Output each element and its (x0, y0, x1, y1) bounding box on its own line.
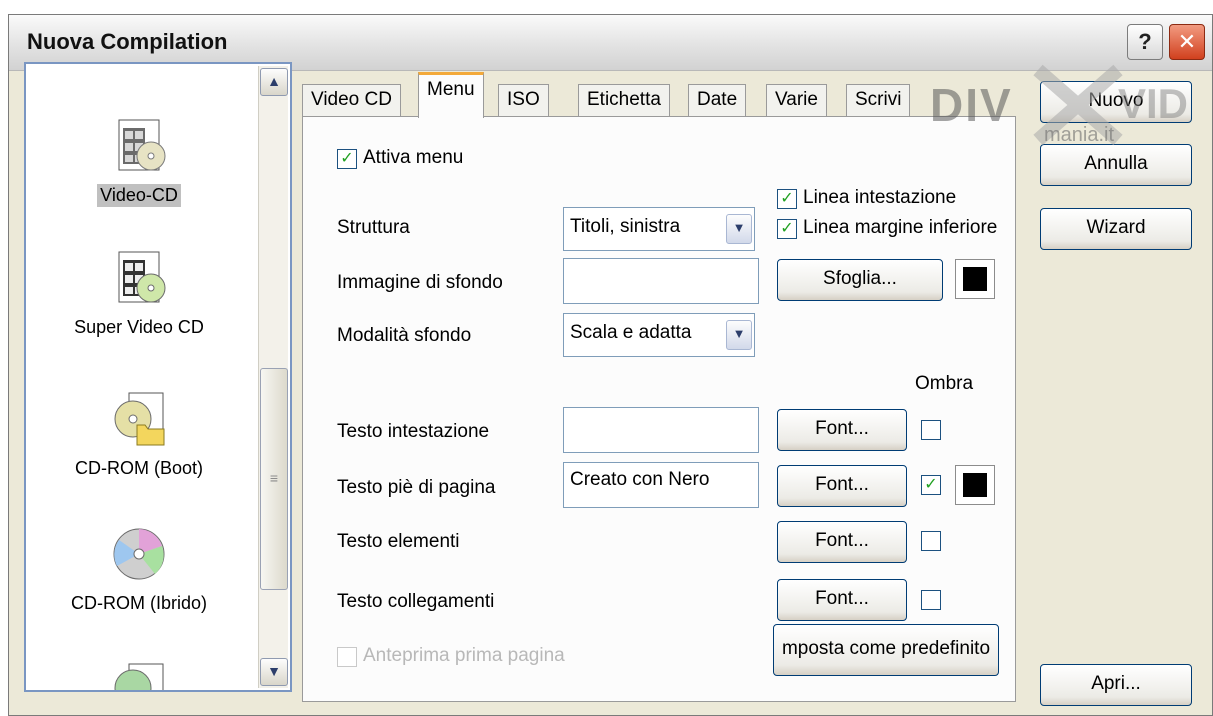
preview-first-page-label: Anteprima prima pagina (363, 645, 565, 666)
color-fill (963, 267, 987, 291)
list-item-label: CD-ROM (Ibrido) (70, 593, 207, 613)
browse-button[interactable]: Sfoglia... (777, 259, 943, 301)
list-item-label: Super Video CD (74, 317, 204, 337)
enable-menu-checkbox[interactable]: ✓ (337, 149, 357, 169)
structure-value: Titoli, sinistra (570, 216, 681, 237)
list-scrollbar[interactable]: ▲ ≡ ▼ (258, 66, 288, 688)
header-text-field[interactable] (563, 407, 759, 453)
chevron-down-icon[interactable]: ▼ (726, 320, 752, 350)
footer-text-label: Testo piè di pagina (337, 477, 496, 498)
list-item-cd-rom-hybrid[interactable]: CD-ROM (Ibrido) (26, 524, 252, 615)
list-item-super-video-cd[interactable]: Super Video CD (26, 248, 252, 339)
chevron-down-icon[interactable]: ▼ (726, 214, 752, 244)
link-text-label: Testo collegamenti (337, 591, 495, 612)
list-item[interactable] (26, 660, 252, 690)
item-shadow-checkbox[interactable] (921, 531, 941, 551)
footer-font-button[interactable]: Font... (777, 465, 907, 507)
cd-rom-boot-icon (114, 392, 165, 446)
tab-etichetta[interactable]: Etichetta (578, 84, 670, 116)
shadow-column-header: Ombra (915, 373, 974, 394)
header-shadow-checkbox[interactable] (921, 420, 941, 440)
tab-iso[interactable]: ISO (498, 84, 549, 116)
background-color-swatch[interactable] (955, 259, 995, 299)
list-item-video-cd[interactable]: Video-CD (26, 116, 252, 207)
tab-menu[interactable]: Menu (418, 72, 484, 118)
tab-varie[interactable]: Varie (766, 84, 827, 116)
new-button[interactable]: Nuovo (1040, 81, 1192, 123)
tab-scrivi[interactable]: Scrivi (846, 84, 911, 116)
video-cd-icon (118, 119, 166, 171)
footer-color-swatch[interactable] (955, 465, 995, 505)
background-mode-select[interactable]: Scala e adatta ▼ (563, 313, 755, 357)
link-font-button[interactable]: Font... (777, 579, 907, 621)
structure-select[interactable]: Titoli, sinistra ▼ (563, 207, 755, 251)
preview-first-page-checkbox[interactable] (337, 647, 357, 667)
header-font-button[interactable]: Font... (777, 409, 907, 451)
header-line-checkbox[interactable]: ✓ (777, 189, 797, 209)
help-button[interactable]: ? (1127, 24, 1163, 60)
link-shadow-checkbox[interactable] (921, 590, 941, 610)
header-text-label: Testo intestazione (337, 421, 490, 442)
tab-date[interactable]: Date (688, 84, 747, 116)
bottom-margin-line-checkbox[interactable]: ✓ (777, 219, 797, 239)
list-item-cd-rom-boot[interactable]: CD-ROM (Boot) (26, 389, 252, 480)
background-image-label: Immagine di sfondo (337, 272, 503, 293)
cd-rom-icon (114, 663, 164, 690)
super-video-cd-icon (118, 251, 166, 303)
window-title: Nuova Compilation (27, 29, 228, 54)
enable-menu-label: Attiva menu (363, 147, 464, 168)
background-mode-value: Scala e adatta (570, 322, 692, 343)
list-item-label: Video-CD (97, 184, 181, 207)
menu-tab-panel: ✓ Attiva menu ✓ Linea intestazione ✓ Lin… (302, 116, 1016, 702)
footer-text-field[interactable]: Creato con Nero (563, 462, 759, 508)
list-item-label: CD-ROM (Boot) (74, 458, 203, 478)
close-button[interactable]: ✕ (1169, 24, 1205, 60)
structure-label: Struttura (337, 217, 410, 238)
footer-shadow-checkbox[interactable]: ✓ (921, 475, 941, 495)
scroll-down-button[interactable]: ▼ (260, 658, 288, 686)
tab-video-cd[interactable]: Video CD (302, 84, 401, 116)
compilation-type-list[interactable]: Video-CD Super Video CD CD-ROM (Boot) CD… (24, 62, 292, 692)
color-fill (963, 473, 987, 497)
wizard-button[interactable]: Wizard (1040, 208, 1192, 250)
background-image-field[interactable] (563, 258, 759, 304)
item-font-button[interactable]: Font... (777, 521, 907, 563)
scroll-thumb[interactable]: ≡ (260, 368, 288, 590)
open-button[interactable]: Apri... (1040, 664, 1192, 706)
scroll-up-button[interactable]: ▲ (260, 68, 288, 96)
cancel-button[interactable]: Annulla (1040, 144, 1192, 186)
bottom-margin-line-label: Linea margine inferiore (803, 217, 998, 238)
header-line-label: Linea intestazione (803, 187, 957, 208)
cd-rom-hybrid-icon (113, 528, 165, 580)
set-as-default-button[interactable]: mposta come predefinito (773, 624, 999, 676)
item-text-label: Testo elementi (337, 531, 460, 552)
background-mode-label: Modalità sfondo (337, 325, 472, 346)
